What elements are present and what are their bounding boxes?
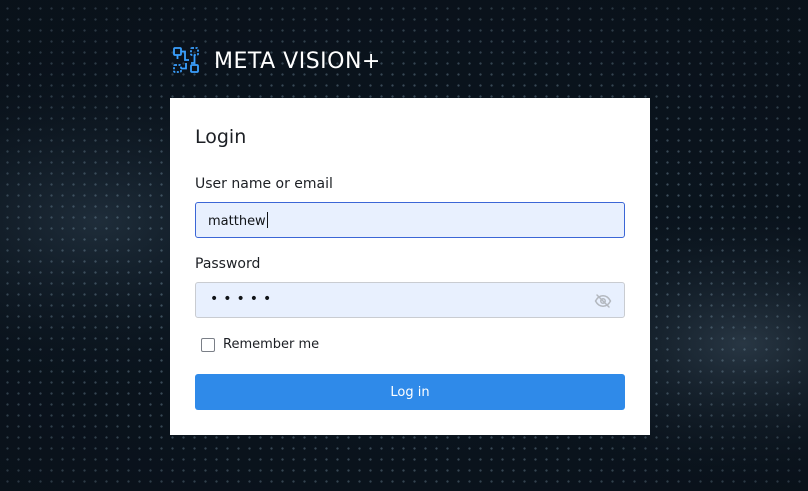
page-title: Login xyxy=(195,126,247,148)
password-masked-value: ••••• xyxy=(210,291,277,307)
remember-me-row[interactable]: Remember me xyxy=(201,337,319,352)
brand-name: META VISION+ xyxy=(214,48,381,74)
username-input[interactable]: matthew xyxy=(195,202,625,238)
username-value: matthew xyxy=(208,212,268,229)
eye-off-icon[interactable] xyxy=(594,292,612,310)
password-input[interactable]: ••••• xyxy=(195,282,625,318)
brand-header: META VISION+ xyxy=(172,46,381,76)
login-card: Login User name or email matthew Passwor… xyxy=(170,98,650,435)
login-button[interactable]: Log in xyxy=(195,374,625,410)
username-label: User name or email xyxy=(195,176,333,192)
password-label: Password xyxy=(195,256,261,272)
meta-vision-logo-icon xyxy=(173,47,199,73)
text-caret xyxy=(266,212,268,228)
remember-me-checkbox[interactable] xyxy=(201,337,215,352)
remember-me-label[interactable]: Remember me xyxy=(223,337,319,352)
